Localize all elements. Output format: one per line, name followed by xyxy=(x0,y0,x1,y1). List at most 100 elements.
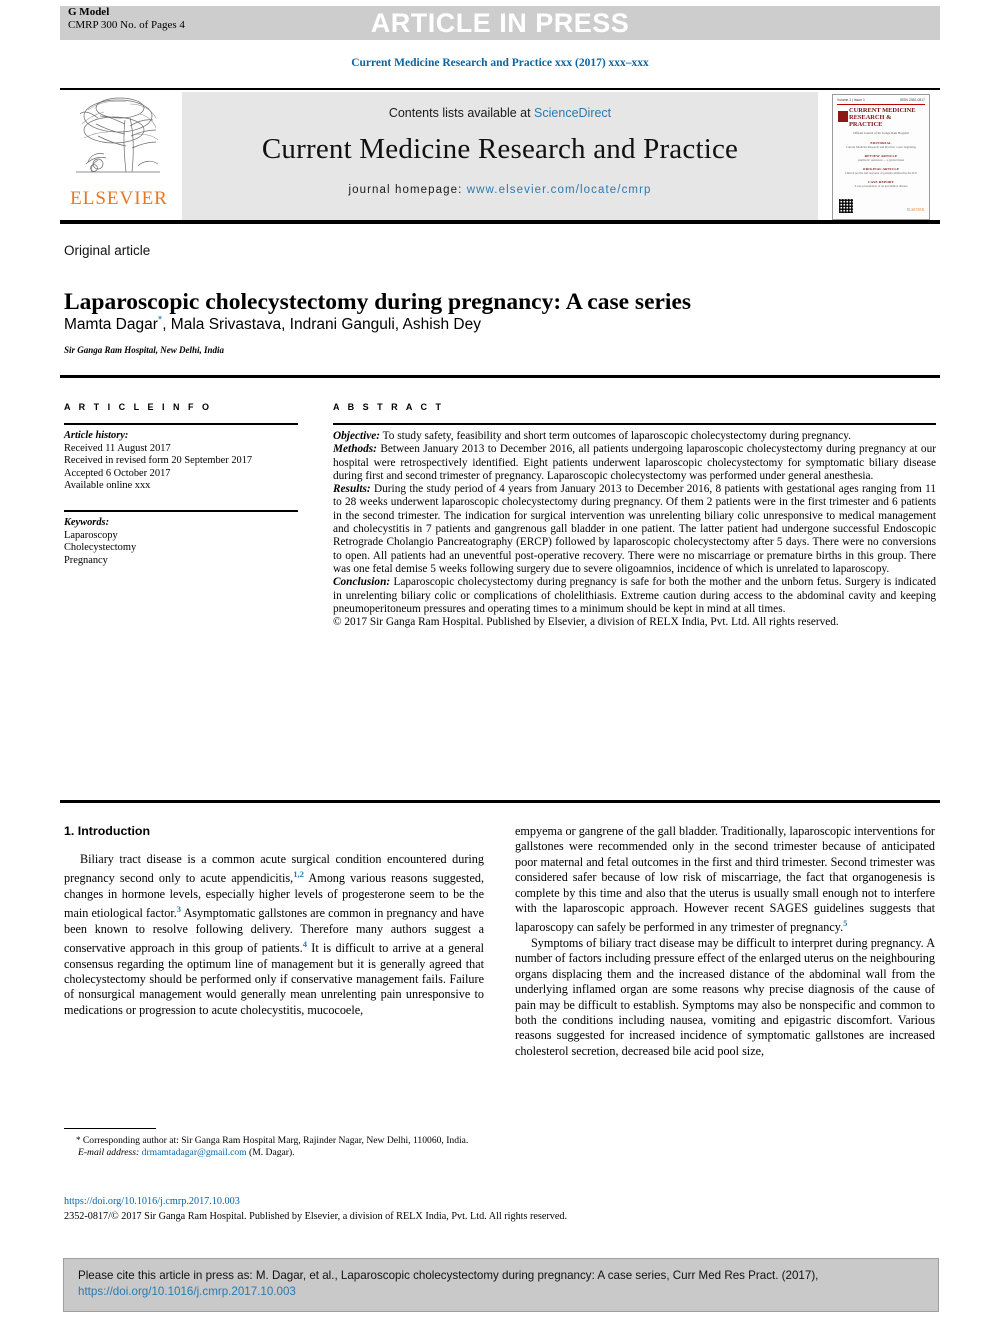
journal-title: Current Medicine Research and Practice xyxy=(261,133,739,165)
history-received: Received 11 August 2017 xyxy=(64,442,171,454)
elsevier-logo: ELSEVIER xyxy=(60,92,181,220)
article-history-label: Article history: xyxy=(64,430,129,441)
abstract-results: Results: During the study period of 4 ye… xyxy=(333,483,936,576)
doi-link[interactable]: https://doi.org/10.1016/j.cmrp.2017.10.0… xyxy=(64,1196,240,1207)
cover-volume: Volume 1 | Issue 1 xyxy=(837,98,865,102)
body-column-right: empyema or gangrene of the gall bladder.… xyxy=(515,824,935,1059)
abstract-heading: A B S T R A C T xyxy=(333,402,444,412)
abstract-bottom-rule xyxy=(60,800,940,803)
article-info-heading: A R T I C L E I N F O xyxy=(64,402,213,412)
keyword-item: Cholecystectomy xyxy=(64,542,137,554)
paper-page: ARTICLE IN PRESS G Model CMRP 300 No. of… xyxy=(0,0,992,1323)
sciencedirect-link[interactable]: ScienceDirect xyxy=(534,106,611,120)
intro-paragraph-continued: empyema or gangrene of the gall bladder.… xyxy=(515,824,935,936)
please-cite-doi-link[interactable]: https://doi.org/10.1016/j.cmrp.2017.10.0… xyxy=(78,1285,296,1298)
right-text-a: empyema or gangrene of the gall bladder.… xyxy=(515,824,935,935)
abstract-body: Objective: To study safety, feasibility … xyxy=(333,430,936,629)
please-cite-content: Please cite this article in press as: M.… xyxy=(78,1268,926,1300)
contents-prefix: Contents lists available at xyxy=(388,106,535,120)
author-list: Mamta Dagar*, Mala Srivastava, Indrani G… xyxy=(64,314,934,334)
journal-cover-thumbnail: Volume 1 | Issue 1 ISSN 2352-0817 CURREN… xyxy=(822,92,940,220)
cover-section-lines: Antibiotic resistance — a global threat xyxy=(857,157,905,162)
abstract-conclusion: Conclusion: Laparoscopic cholecystectomy… xyxy=(333,576,936,616)
cover-issn: ISSN 2352-0817 xyxy=(899,98,925,102)
cover-section: CASE REPORT A rare presentation of an un… xyxy=(839,180,923,188)
author-rest: , Mala Srivastava, Indrani Ganguli, Ashi… xyxy=(162,316,481,334)
cover-section-lines: A rare presentation of an uncommon disea… xyxy=(854,183,908,188)
cover-section: ORIGINAL ARTICLE Clinical profile and ou… xyxy=(839,167,923,175)
abstract-methods: Methods: Between January 2013 to Decembe… xyxy=(333,443,936,483)
email-suffix: (M. Dagar). xyxy=(246,1147,295,1158)
cover-title-line2: RESEARCH & PRACTICE xyxy=(849,114,892,129)
keyword-item: Pregnancy xyxy=(64,554,108,566)
history-revised: Received in revised form 20 September 20… xyxy=(64,455,253,467)
abstract-rule xyxy=(333,423,936,425)
cover-title: CURRENT MEDICINE RESEARCH & PRACTICE xyxy=(849,107,925,129)
article-info-rule xyxy=(64,423,298,425)
cover-elsevier-brand: ELSEVIER xyxy=(907,208,924,212)
masthead-top-rule xyxy=(60,88,940,90)
abstract-conclusion-label: Conclusion: xyxy=(333,576,391,589)
footnote-rule xyxy=(64,1128,156,1129)
article-history-block: Article history: Received 11 August 2017… xyxy=(64,430,304,493)
elsevier-wordmark: ELSEVIER xyxy=(70,188,168,209)
abstract-conclusion-text: Laparoscopic cholecystectomy during preg… xyxy=(333,576,936,615)
intro-paragraph-2: Symptoms of biliary tract disease may be… xyxy=(515,935,935,1058)
footnote-block: * Corresponding author at: Sir Ganga Ram… xyxy=(64,1134,484,1159)
corresponding-author-note: * Corresponding author at: Sir Ganga Ram… xyxy=(64,1134,484,1147)
cover-section-lines: Clinical profile and outcome of patients… xyxy=(844,170,918,175)
masthead-center: Contents lists available at ScienceDirec… xyxy=(182,92,818,220)
cover-qr-icon xyxy=(839,199,853,213)
masthead-bottom-rule xyxy=(60,220,940,224)
g-model-block: G Model CMRP 300 No. of Pages 4 xyxy=(68,6,318,32)
please-cite-box: Please cite this article in press as: M.… xyxy=(63,1258,939,1312)
elsevier-tree-icon xyxy=(76,97,160,173)
history-accepted: Accepted 6 October 2017 xyxy=(64,467,171,479)
journal-homepage-line: journal homepage: www.elsevier.com/locat… xyxy=(182,184,818,196)
email-note: E-mail address: drmamtadagar@gmail.com (… xyxy=(64,1147,484,1159)
citation-ref[interactable]: 5 xyxy=(843,918,847,928)
homepage-url[interactable]: www.elsevier.com/locate/cmrp xyxy=(467,184,652,196)
abstract-methods-label: Methods: xyxy=(333,443,377,456)
contents-list-line: Contents lists available at ScienceDirec… xyxy=(182,106,818,120)
author-affiliation: Sir Ganga Ram Hospital, New Delhi, India xyxy=(64,345,225,355)
abstract-methods-text: Between January 2013 to December 2016, a… xyxy=(333,443,936,482)
abstract-results-label: Results: xyxy=(333,483,371,496)
keyword-item: Laparoscopy xyxy=(64,529,118,541)
cover-issn-row: Volume 1 | Issue 1 ISSN 2352-0817 xyxy=(833,95,929,102)
author-first: Mamta Dagar xyxy=(64,316,158,334)
abstract-objective: Objective: To study safety, feasibility … xyxy=(333,430,936,443)
cover-section: EDITORIAL Current Medicine Research and … xyxy=(839,141,923,149)
title-bottom-rule xyxy=(60,375,940,378)
homepage-label: journal homepage: xyxy=(348,184,467,196)
journal-running-head: Current Medicine Research and Practice x… xyxy=(351,57,649,69)
g-model-line: G Model xyxy=(68,6,110,18)
email-link[interactable]: drmamtadagar@gmail.com xyxy=(142,1147,247,1158)
corresponding-author-text: Corresponding author at: Sir Ganga Ram H… xyxy=(80,1135,469,1146)
history-online: Available online xxx xyxy=(64,480,151,492)
cover-section: REVIEW ARTICLE Antibiotic resistance — a… xyxy=(839,154,923,162)
abstract-objective-label: Objective: xyxy=(333,430,381,442)
keywords-label: Keywords: xyxy=(64,517,110,528)
please-cite-text: Please cite this article in press as: M.… xyxy=(78,1269,819,1282)
article-type-kicker: Original article xyxy=(64,243,151,258)
cover-section-lines: Current Medicine Research and Practice: … xyxy=(846,144,916,149)
cover-subtitle: Official Journal of Sir Ganga Ram Hospit… xyxy=(853,130,909,135)
keywords-rule xyxy=(64,510,298,512)
cover-title-line1: CURRENT MEDICINE xyxy=(849,107,916,114)
page-title: Laparoscopic cholecystectomy during preg… xyxy=(64,288,692,315)
citation-ref[interactable]: 1,2 xyxy=(293,869,304,879)
email-label: E-mail address: xyxy=(78,1147,140,1158)
keywords-block: Keywords: Laparoscopy Cholecystectomy Pr… xyxy=(64,517,304,567)
journal-masthead: ELSEVIER Contents lists available at Sci… xyxy=(60,88,940,224)
issn-copyright-line: 2352-0817/© 2017 Sir Ganga Ram Hospital.… xyxy=(64,1211,568,1222)
section-heading-introduction: 1. Introduction xyxy=(64,824,151,838)
cmrp-pages-line: CMRP 300 No. of Pages 4 xyxy=(68,19,185,31)
intro-paragraph-1: Biliary tract disease is a common acute … xyxy=(64,852,484,1018)
abstract-copyright: © 2017 Sir Ganga Ram Hospital. Published… xyxy=(333,616,839,629)
body-column-left: 1. Introduction Biliary tract disease is… xyxy=(64,824,484,1018)
cover-emblem-icon xyxy=(838,111,848,122)
cover-contents: EDITORIAL Current Medicine Research and … xyxy=(839,141,923,188)
cover-divider xyxy=(837,104,925,105)
abstract-results-text: During the study period of 4 years from … xyxy=(333,483,936,575)
